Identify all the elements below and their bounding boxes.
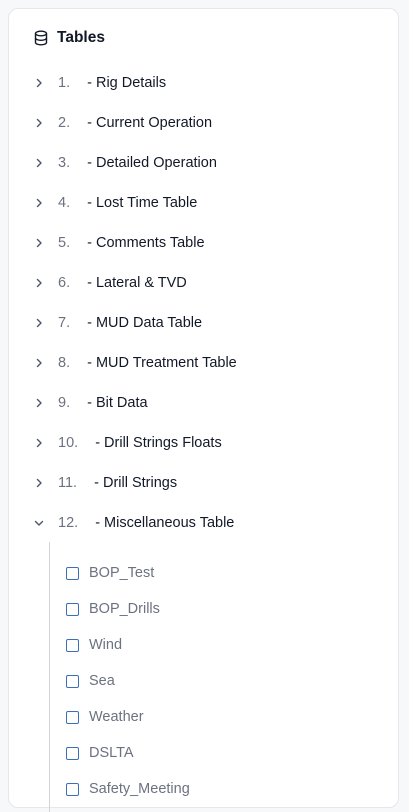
checkbox[interactable] [66,782,79,796]
field-checkbox-item[interactable]: BOP_Test [66,563,154,583]
field-label: Wind [89,637,123,653]
field-label: Safety_Meeting [89,781,190,797]
chevron-right-icon[interactable] [33,277,45,289]
table-label: - Lost Time Table [83,195,198,211]
table-number: 3. [58,155,71,171]
chevron-right-icon[interactable] [33,77,45,89]
table-number: 12. [58,515,79,531]
table-row[interactable]: 1. - Rig Details [33,63,393,103]
chevron-right-icon[interactable] [33,317,45,329]
table-row[interactable]: 2. - Current Operation [33,103,393,143]
field-checkbox-item[interactable]: Weather [66,707,144,727]
field-checkbox-item[interactable]: BOP_Drills [66,599,160,619]
table-label: - Rig Details [83,75,167,91]
chevron-right-icon[interactable] [33,117,45,129]
checkbox[interactable] [66,674,79,688]
database-icon [34,30,48,46]
chevron-right-icon[interactable] [33,477,45,489]
table-label: - Detailed Operation [83,155,217,171]
table-row[interactable]: 12. - Miscellaneous Table [33,503,393,543]
checkbox[interactable] [66,602,79,616]
table-number: 9. [58,395,71,411]
table-label: - Bit Data [83,395,148,411]
table-label: - Miscellaneous Table [91,515,235,531]
checkbox[interactable] [66,746,79,760]
panel-title: Tables [57,29,105,46]
checkbox[interactable] [66,566,79,580]
field-label: BOP_Drills [89,601,160,617]
table-number: 8. [58,355,71,371]
table-row[interactable]: 3. - Detailed Operation [33,143,393,183]
chevron-right-icon[interactable] [33,357,45,369]
table-label: - Drill Strings Floats [91,435,222,451]
table-label: - Lateral & TVD [83,275,187,291]
table-number: 4. [58,195,71,211]
chevron-down-icon[interactable] [33,517,45,529]
field-checkbox-item[interactable]: DSLTA [66,743,134,763]
table-row[interactable]: 9. - Bit Data [33,383,393,423]
table-number: 1. [58,75,71,91]
field-label: BOP_Test [89,565,155,581]
table-label: - Drill Strings [90,475,178,491]
field-label: Sea [89,673,115,689]
table-row[interactable]: 7. - MUD Data Table [33,303,393,343]
table-label: - Comments Table [83,235,205,251]
table-number: 5. [58,235,71,251]
chevron-right-icon[interactable] [33,197,45,209]
field-checkbox-item[interactable]: Safety_Meeting [66,779,190,799]
table-row[interactable]: 10. - Drill Strings Floats [33,423,393,463]
table-label: - MUD Data Table [83,315,203,331]
table-row[interactable]: 6. - Lateral & TVD [33,263,393,303]
table-row[interactable]: 8. - MUD Treatment Table [33,343,393,383]
chevron-right-icon[interactable] [33,237,45,249]
table-number: 11. [58,475,78,491]
table-number: 7. [58,315,71,331]
table-number: 10. [58,435,79,451]
field-checkbox-item[interactable]: Sea [66,671,115,691]
table-number: 6. [58,275,71,291]
table-row[interactable]: 5. - Comments Table [33,223,393,263]
table-number: 2. [58,115,71,131]
misc-table-fields: BOP_Test BOP_Drills Wind Sea Weather DSLTA Saf… [49,542,350,812]
table-row[interactable]: 11. - Drill Strings [33,463,393,503]
field-label: Weather [89,709,144,725]
checkbox[interactable] [66,638,79,652]
tables-tree: 1. - Rig Details 2. - Current Operation 3.… [33,63,393,543]
tables-panel: Tables 1. - Rig Details 2. - Current Oper… [8,8,399,812]
field-label: DSLTA [89,745,134,761]
chevron-right-icon[interactable] [33,157,45,169]
table-label: - Current Operation [83,115,213,131]
chevron-right-icon[interactable] [33,397,45,409]
chevron-right-icon[interactable] [33,437,45,449]
checkbox[interactable] [66,710,79,724]
field-checkbox-item[interactable]: Wind [66,635,122,655]
table-label: - MUD Treatment Table [83,355,237,371]
table-row[interactable]: 4. - Lost Time Table [33,183,393,223]
panel-header: Tables [34,27,105,49]
